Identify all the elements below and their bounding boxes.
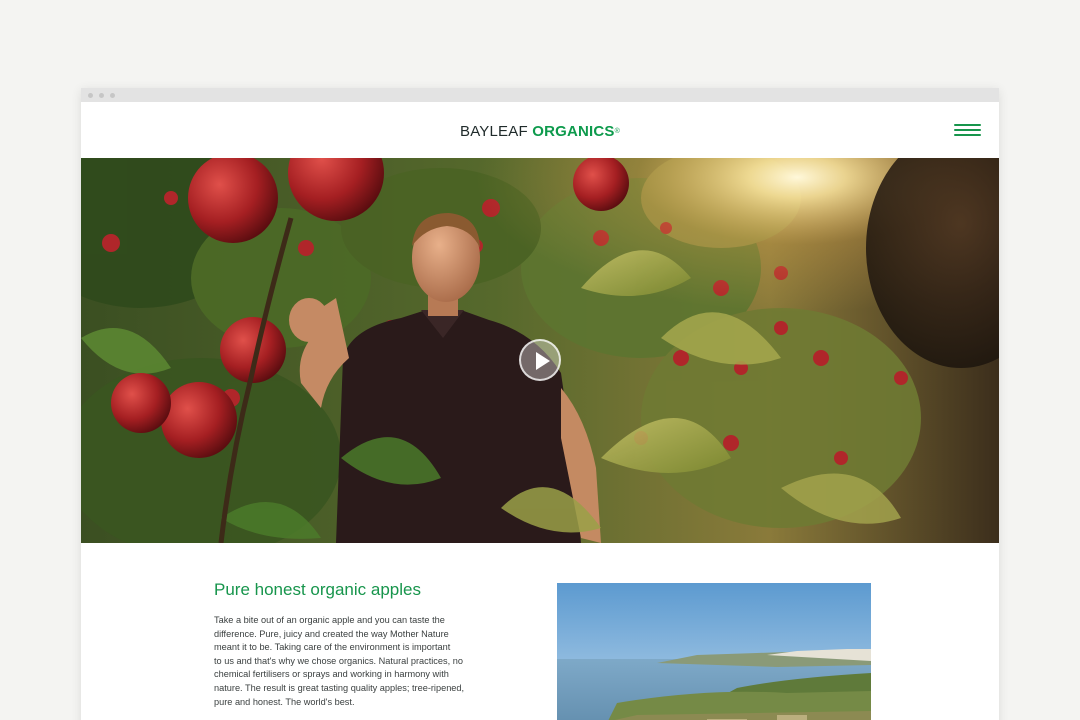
- menu-line: [954, 124, 981, 126]
- section-title: Pure honest organic apples: [214, 580, 421, 599]
- body-line: pure and honest. The world's best.: [214, 696, 355, 707]
- intro-section: Pure honest organic apples Take a bite o…: [81, 543, 999, 720]
- hamburger-icon[interactable]: [954, 124, 981, 138]
- menu-line: [954, 129, 981, 131]
- menu-line: [954, 134, 981, 136]
- intro-text: Pure honest organic apples Take a bite o…: [214, 579, 484, 709]
- logo-word-organics: ORGANICS: [532, 123, 615, 140]
- play-triangle: [536, 352, 550, 370]
- play-icon[interactable]: [519, 339, 561, 381]
- body-line: chemical fertilisers or sprays and worki…: [214, 669, 449, 680]
- aerial-scene: [557, 583, 871, 720]
- window-dot: [88, 92, 93, 98]
- logo-word-bayleaf: BAYLEAF: [460, 123, 528, 140]
- body-line: nature. The result is great tasting qual…: [214, 682, 465, 693]
- site-header: BAYLEAF ORGANICS®: [81, 102, 999, 158]
- browser-window: BAYLEAF ORGANICS® Pure honest organic ap…: [81, 88, 999, 720]
- section-body: Take a bite out of an organic apple and …: [214, 614, 484, 709]
- body-line: Take a bite out of an organic apple and …: [214, 615, 445, 625]
- logo-registered-mark: ®: [614, 128, 620, 135]
- aerial-image: [557, 583, 871, 720]
- body-line: meant it to be. Taking care of the envir…: [214, 642, 451, 653]
- window-dot: [110, 92, 115, 98]
- browser-chrome-bar: [81, 88, 999, 102]
- window-dot: [99, 92, 104, 98]
- brand-logo[interactable]: BAYLEAF ORGANICS®: [81, 123, 999, 141]
- hero-video[interactable]: [81, 158, 999, 543]
- body-line: to us and that's why we chose organics. …: [214, 655, 463, 666]
- body-line: difference. Pure, juicy and created the …: [214, 628, 449, 639]
